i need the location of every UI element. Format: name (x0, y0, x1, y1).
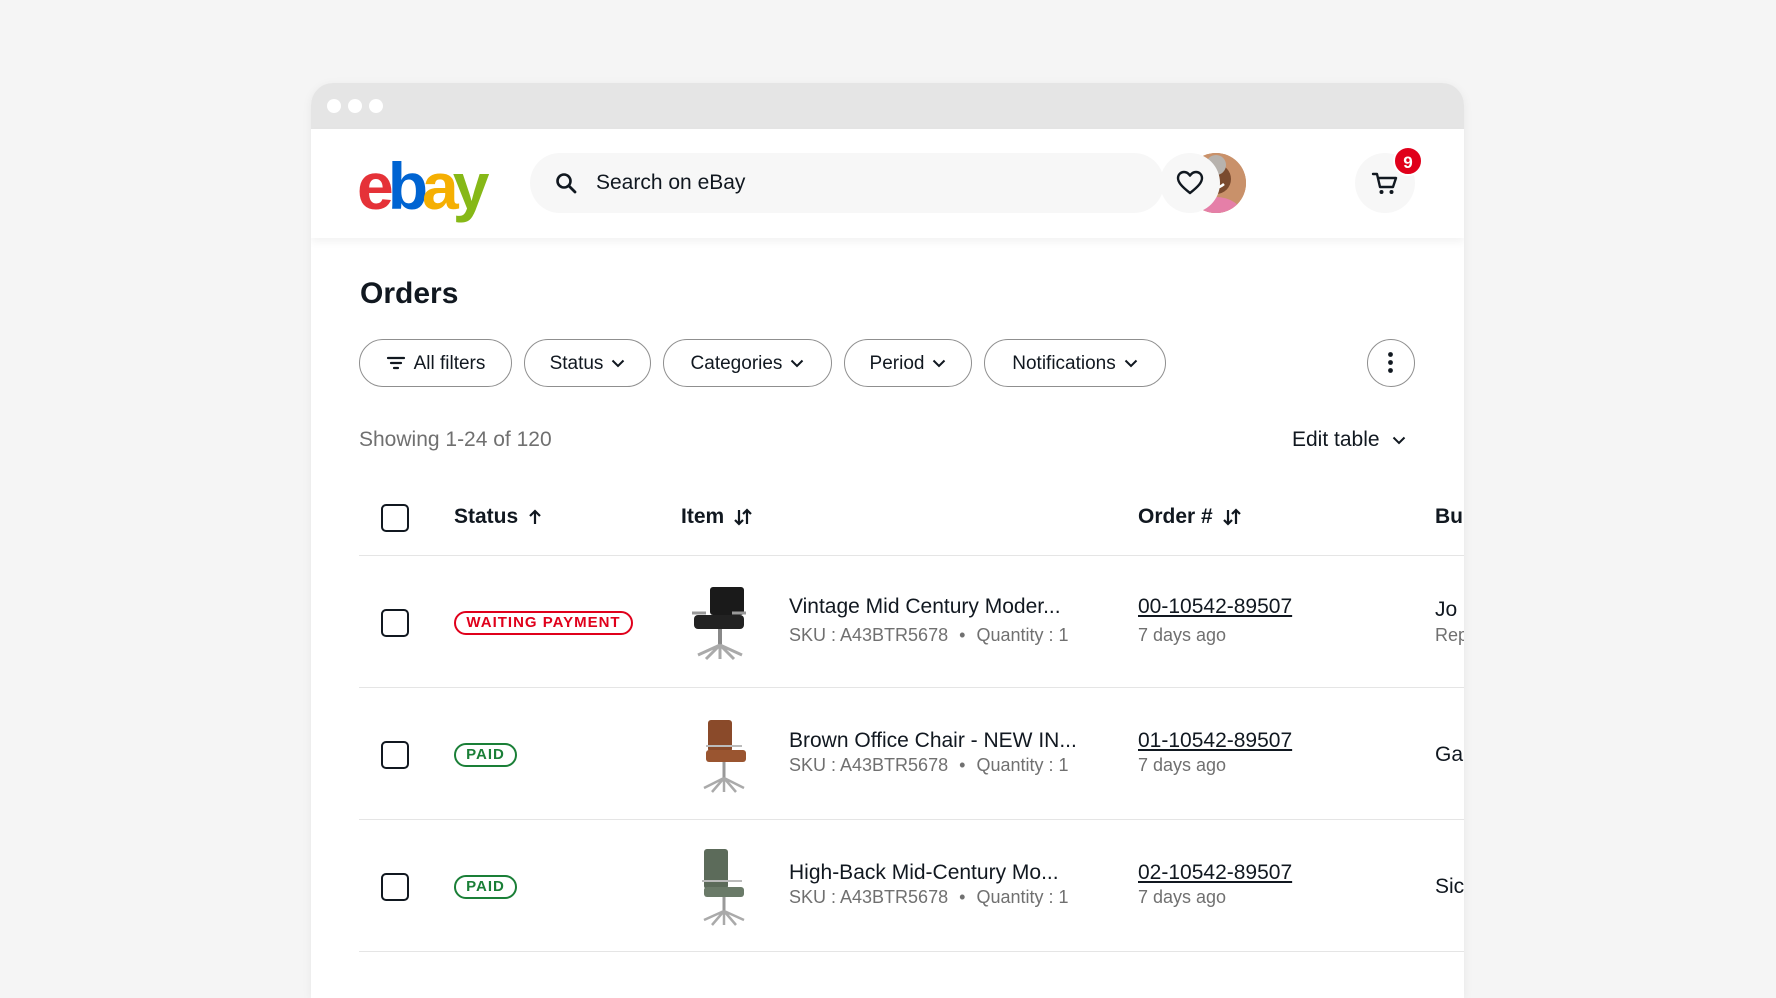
window-dot (369, 99, 383, 113)
buyer-sub: Rep (1435, 625, 1464, 645)
results-count: Showing 1-24 of 120 (359, 428, 552, 451)
column-header-status[interactable]: Status (454, 504, 543, 530)
black-office-chair-image (692, 587, 746, 661)
buyer-name[interactable]: Jo (1435, 597, 1457, 623)
heart-icon (1176, 170, 1204, 195)
column-header-label: Status (454, 505, 519, 528)
sort-icon (1222, 508, 1241, 526)
product-thumbnail[interactable] (684, 583, 756, 663)
chevron-down-icon (612, 359, 625, 367)
order-age: 7 days ago (1138, 887, 1227, 907)
item-title[interactable]: High-Back Mid-Century Mo... (789, 860, 1059, 886)
separator-dot: • (959, 755, 966, 775)
order-number-link[interactable]: 01-10542-89507 (1138, 728, 1292, 754)
row-checkbox[interactable] (381, 609, 409, 637)
watchlist-button[interactable] (1160, 153, 1220, 213)
status-filter-label: Status (549, 352, 604, 374)
buyer-name[interactable]: Sic (1435, 874, 1464, 900)
status-badge: WAITING PAYMENT (454, 611, 633, 635)
window-titlebar (311, 83, 1464, 129)
categories-filter[interactable]: Categories (663, 339, 832, 387)
chevron-down-icon (791, 359, 804, 367)
sort-icon (734, 508, 752, 526)
column-header-label: Bu (1435, 505, 1463, 528)
search-icon (556, 173, 577, 194)
item-quantity: Quantity : 1 (976, 755, 1069, 775)
item-meta: SKU : A43BTR5678 • Quantity : 1 (789, 624, 1069, 646)
more-vertical-icon (1388, 352, 1393, 373)
browser-window: ebay Search on eBay 9 Orders All filters… (311, 83, 1464, 998)
item-meta: SKU : A43BTR5678 • Quantity : 1 (789, 754, 1069, 776)
column-header-order[interactable]: Order # (1138, 504, 1242, 530)
logo-letter: y (452, 149, 490, 223)
all-filters-button[interactable]: All filters (359, 339, 512, 387)
search-bar[interactable]: Search on eBay (530, 153, 1164, 213)
chevron-down-icon (1392, 436, 1405, 444)
edit-table-button[interactable]: Edit table (1292, 427, 1406, 453)
buyer-name[interactable]: Ga (1435, 742, 1463, 768)
chevron-down-icon (933, 359, 946, 367)
cart-count-badge: 9 (1393, 146, 1423, 176)
column-header-label: Item (681, 505, 725, 528)
order-number-link[interactable]: 00-10542-89507 (1138, 594, 1292, 620)
logo-letter: a (422, 149, 459, 223)
period-filter[interactable]: Period (844, 339, 972, 387)
ebay-logo[interactable]: ebay (357, 149, 490, 223)
order-number-link[interactable]: 02-10542-89507 (1138, 860, 1292, 886)
item-meta: SKU : A43BTR5678 • Quantity : 1 (789, 886, 1069, 908)
product-thumbnail[interactable] (684, 716, 756, 796)
categories-filter-label: Categories (690, 352, 783, 374)
item-sku: SKU : A43BTR5678 (789, 887, 949, 907)
green-office-chair-image (702, 849, 745, 926)
more-options-button[interactable] (1367, 339, 1415, 387)
select-all-checkbox[interactable] (381, 504, 409, 532)
page-title: Orders (360, 277, 459, 310)
logo-letter: b (387, 149, 428, 223)
sort-ascending-icon (529, 509, 541, 524)
separator-dot: • (959, 625, 966, 645)
cart-icon (1371, 172, 1398, 194)
column-header-label: Order # (1138, 505, 1213, 528)
table-divider (359, 687, 1464, 688)
table-divider (359, 819, 1464, 820)
window-dot (327, 99, 341, 113)
search-input[interactable]: Search on eBay (596, 171, 745, 195)
separator-dot: • (959, 887, 966, 907)
item-quantity: Quantity : 1 (976, 887, 1069, 907)
row-checkbox[interactable] (381, 873, 409, 901)
order-age: 7 days ago (1138, 625, 1227, 645)
status-badge: PAID (454, 875, 517, 899)
table-divider (359, 951, 1464, 952)
item-quantity: Quantity : 1 (976, 625, 1069, 645)
notifications-filter[interactable]: Notifications (984, 339, 1166, 387)
column-header-item[interactable]: Item (681, 504, 753, 530)
brown-office-chair-image (703, 720, 746, 793)
status-badge: PAID (454, 743, 517, 767)
period-filter-label: Period (869, 352, 925, 374)
item-sku: SKU : A43BTR5678 (789, 625, 949, 645)
window-dot (348, 99, 362, 113)
table-divider (359, 555, 1464, 556)
status-filter[interactable]: Status (524, 339, 651, 387)
chevron-down-icon (1124, 359, 1137, 367)
notifications-filter-label: Notifications (1012, 352, 1116, 374)
column-header-buyer[interactable]: Bu (1435, 504, 1463, 530)
filter-icon (386, 356, 405, 370)
item-title[interactable]: Vintage Mid Century Moder... (789, 594, 1061, 620)
all-filters-label: All filters (413, 352, 486, 374)
logo-letter: e (357, 149, 394, 223)
item-title[interactable]: Brown Office Chair - NEW IN... (789, 728, 1077, 754)
row-checkbox[interactable] (381, 741, 409, 769)
order-age: 7 days ago (1138, 755, 1227, 775)
edit-table-label: Edit table (1292, 428, 1380, 451)
site-header: ebay Search on eBay 9 (311, 129, 1464, 238)
product-thumbnail[interactable] (684, 847, 756, 927)
item-sku: SKU : A43BTR5678 (789, 755, 949, 775)
